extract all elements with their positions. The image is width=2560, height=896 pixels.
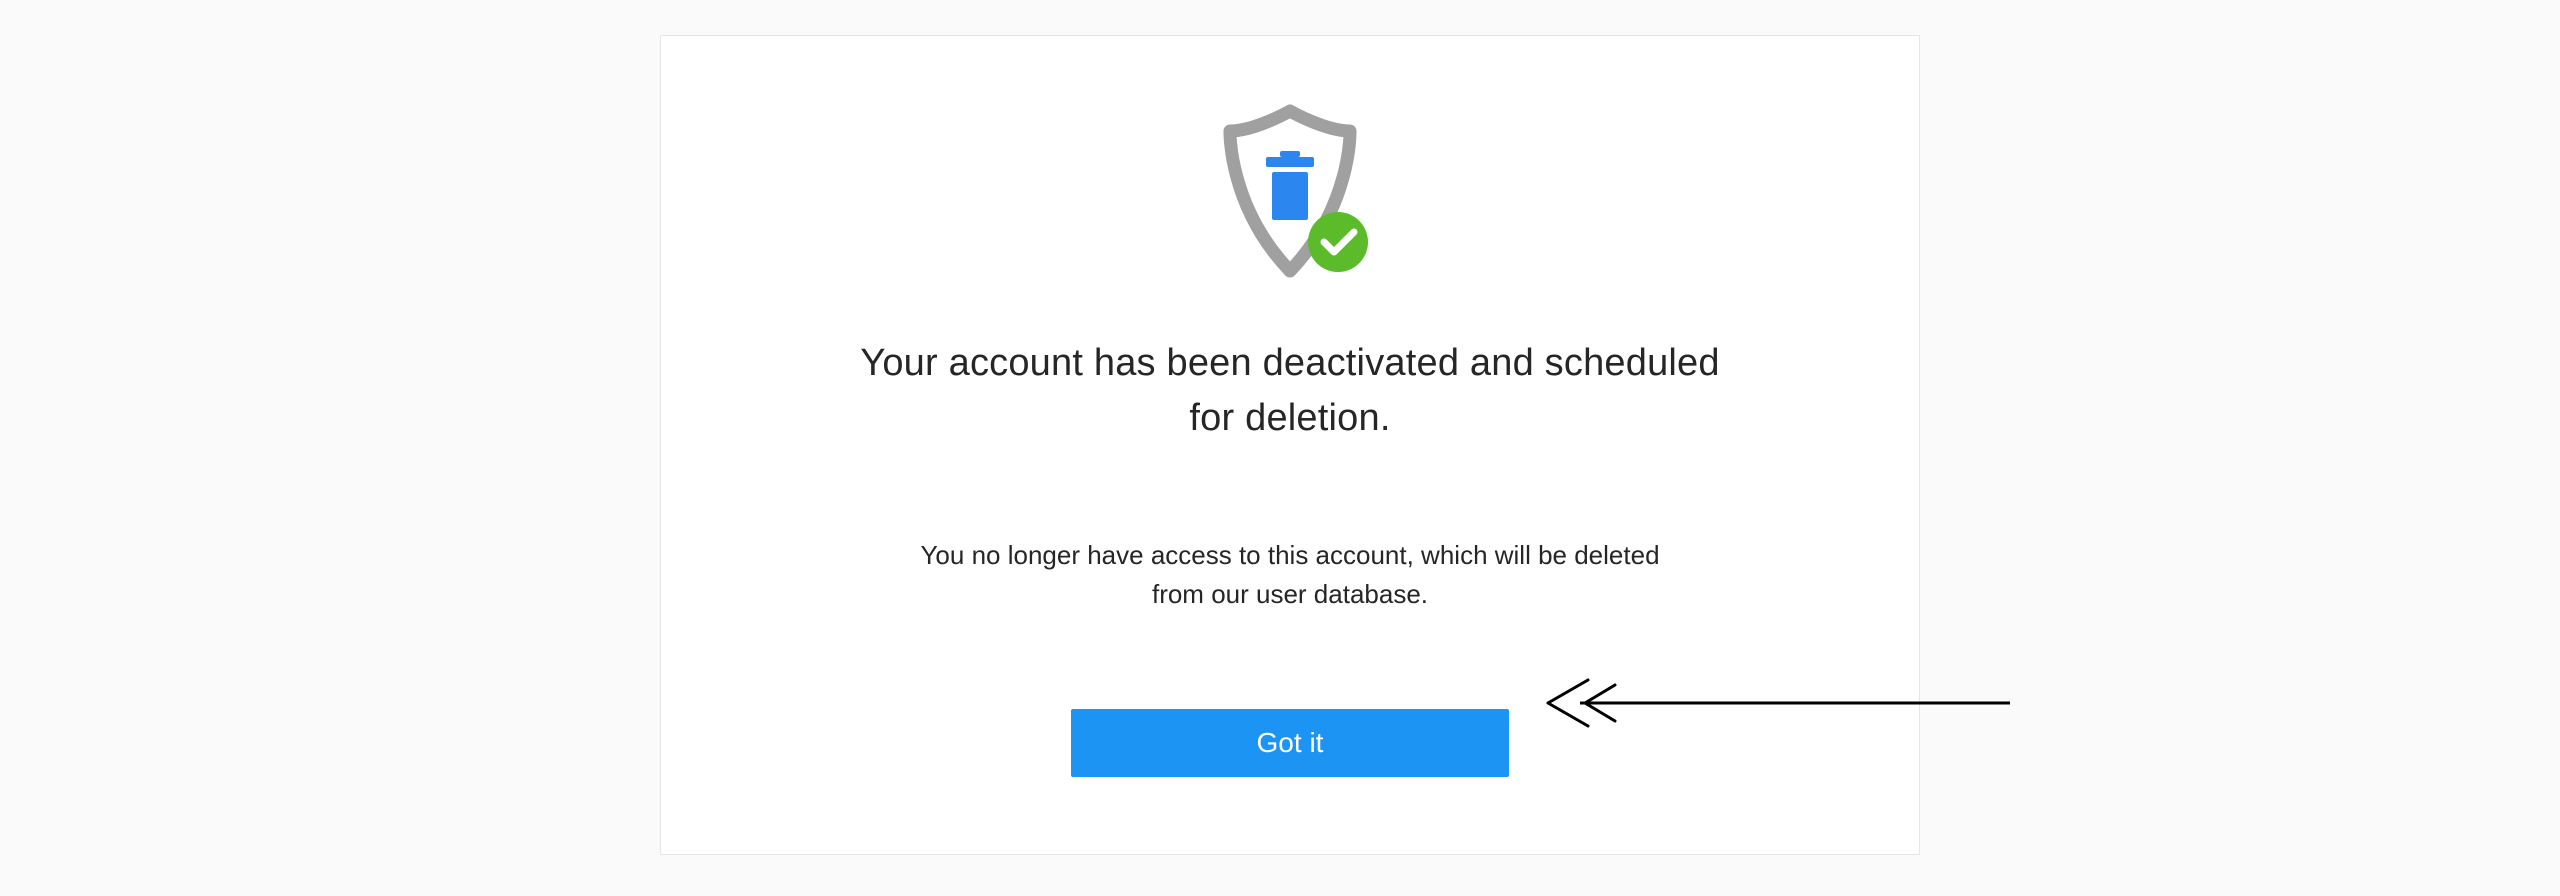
got-it-button[interactable]: Got it: [1071, 709, 1509, 777]
dialog-heading: Your account has been deactivated and sc…: [840, 336, 1740, 446]
shield-trash-check-icon: [1190, 96, 1390, 296]
dialog-icon-group: [1190, 96, 1390, 296]
deactivation-dialog: Your account has been deactivated and sc…: [660, 35, 1920, 855]
dialog-subtext: You no longer have access to this accoun…: [910, 536, 1670, 614]
checkmark-icon: [1308, 212, 1368, 272]
trash-icon: [1266, 151, 1314, 220]
